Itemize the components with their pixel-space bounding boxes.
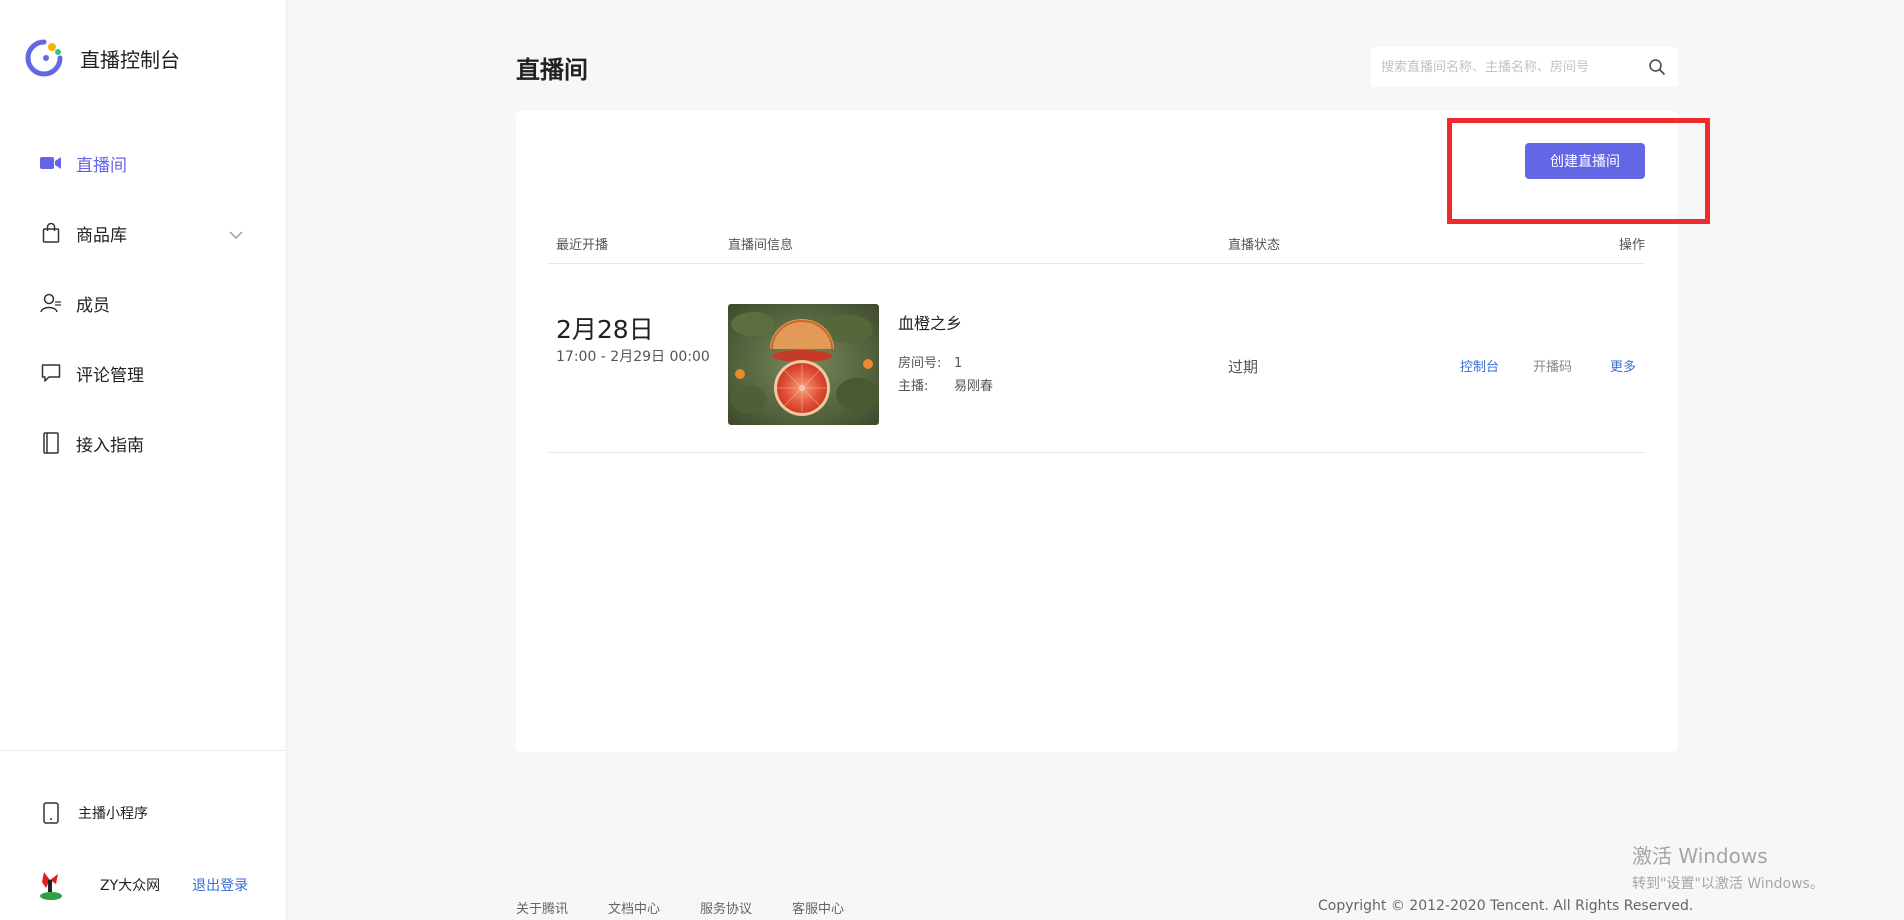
footer-link-support[interactable]: 客服中心 bbox=[792, 898, 844, 917]
search-icon[interactable] bbox=[1648, 58, 1666, 76]
app-title: 直播控制台 bbox=[80, 47, 180, 72]
user-row: ZY大众网 退出登录 bbox=[36, 868, 248, 902]
sidebar-item-comments[interactable]: 评论管理 bbox=[0, 338, 287, 408]
footer-link-terms[interactable]: 服务协议 bbox=[700, 898, 752, 917]
room-thumbnail[interactable] bbox=[728, 304, 879, 425]
room-name: 血橙之乡 bbox=[898, 314, 963, 333]
column-header-status: 直播状态 bbox=[1228, 238, 1281, 253]
sidebar-divider bbox=[0, 750, 287, 751]
search-input[interactable] bbox=[1381, 59, 1636, 75]
footer-link-about[interactable]: 关于腾讯 bbox=[516, 898, 568, 917]
sidebar-item-live-room[interactable]: 直播间 bbox=[0, 128, 287, 198]
username: ZY大众网 bbox=[100, 878, 161, 894]
search-box bbox=[1371, 47, 1678, 87]
room-number-line: 房间号: 1 bbox=[898, 352, 993, 375]
room-number-value: 1 bbox=[954, 356, 963, 371]
mini-program-link[interactable]: 主播小程序 bbox=[40, 802, 148, 824]
more-link[interactable]: 更多 bbox=[1610, 356, 1636, 375]
phone-icon bbox=[40, 802, 62, 824]
activation-subtitle: 转到"设置"以激活 Windows。 bbox=[1632, 876, 1824, 892]
book-icon bbox=[40, 432, 62, 454]
sidebar: 直播控制台 直播间 商品库 成员 评论管理 接入指南 主播小程序 ZY大众网 退… bbox=[0, 0, 287, 920]
brand-logo-icon bbox=[24, 38, 64, 78]
status-badge: 过期 bbox=[1228, 358, 1259, 376]
sidebar-item-guide[interactable]: 接入指南 bbox=[0, 408, 287, 478]
chevron-down-icon[interactable] bbox=[229, 224, 243, 244]
sidebar-item-label: 商品库 bbox=[76, 225, 127, 246]
column-header-info: 直播间信息 bbox=[728, 238, 794, 253]
sidebar-item-label: 直播间 bbox=[76, 155, 127, 176]
shopping-bag-icon bbox=[40, 222, 62, 244]
windows-activation-watermark: 激活 Windows 转到"设置"以激活 Windows。 bbox=[1632, 840, 1824, 893]
sidebar-nav: 直播间 商品库 成员 评论管理 接入指南 bbox=[0, 128, 287, 478]
comment-icon bbox=[40, 362, 62, 384]
host-line: 主播: 易刚春 bbox=[898, 375, 993, 398]
brand: 直播控制台 bbox=[24, 38, 180, 78]
console-link[interactable]: 控制台 bbox=[1460, 356, 1499, 375]
host-value: 易刚春 bbox=[954, 379, 994, 394]
host-label: 主播: bbox=[898, 379, 929, 394]
stream-code-link[interactable]: 开播码 bbox=[1533, 356, 1572, 375]
user-icon bbox=[40, 292, 62, 314]
table-row: 2月28日 17:00 - 2月29日 00:00 血橙之乡 房间号: 1 主播… bbox=[548, 264, 1645, 453]
activation-title: 激活 Windows bbox=[1632, 844, 1768, 868]
copyright: Copyright © 2012-2020 Tencent. All Right… bbox=[1318, 898, 1694, 914]
column-header-recent: 最近开播 bbox=[556, 238, 609, 253]
room-number-label: 房间号: bbox=[898, 356, 942, 371]
sidebar-item-label: 成员 bbox=[76, 295, 110, 316]
column-header-actions: 操作 bbox=[1618, 238, 1645, 253]
sidebar-item-label: 评论管理 bbox=[76, 365, 144, 386]
footer-link-docs[interactable]: 文档中心 bbox=[608, 898, 660, 917]
highlight-box bbox=[1447, 118, 1710, 224]
sidebar-item-label: 接入指南 bbox=[76, 435, 144, 456]
row-date: 2月28日 bbox=[556, 315, 654, 344]
room-meta: 房间号: 1 主播: 易刚春 bbox=[898, 352, 993, 398]
table-header: 最近开播 直播间信息 直播状态 操作 bbox=[548, 230, 1645, 264]
mini-program-label: 主播小程序 bbox=[78, 806, 148, 822]
row-time-range: 17:00 - 2月29日 00:00 bbox=[556, 349, 710, 365]
logout-link[interactable]: 退出登录 bbox=[192, 875, 248, 895]
sidebar-item-products[interactable]: 商品库 bbox=[0, 198, 287, 268]
page-title: 直播间 bbox=[516, 56, 588, 84]
footer-links: 关于腾讯 文档中心 服务协议 客服中心 bbox=[516, 898, 884, 917]
sidebar-item-members[interactable]: 成员 bbox=[0, 268, 287, 338]
avatar bbox=[36, 868, 66, 902]
video-camera-icon bbox=[40, 152, 62, 174]
